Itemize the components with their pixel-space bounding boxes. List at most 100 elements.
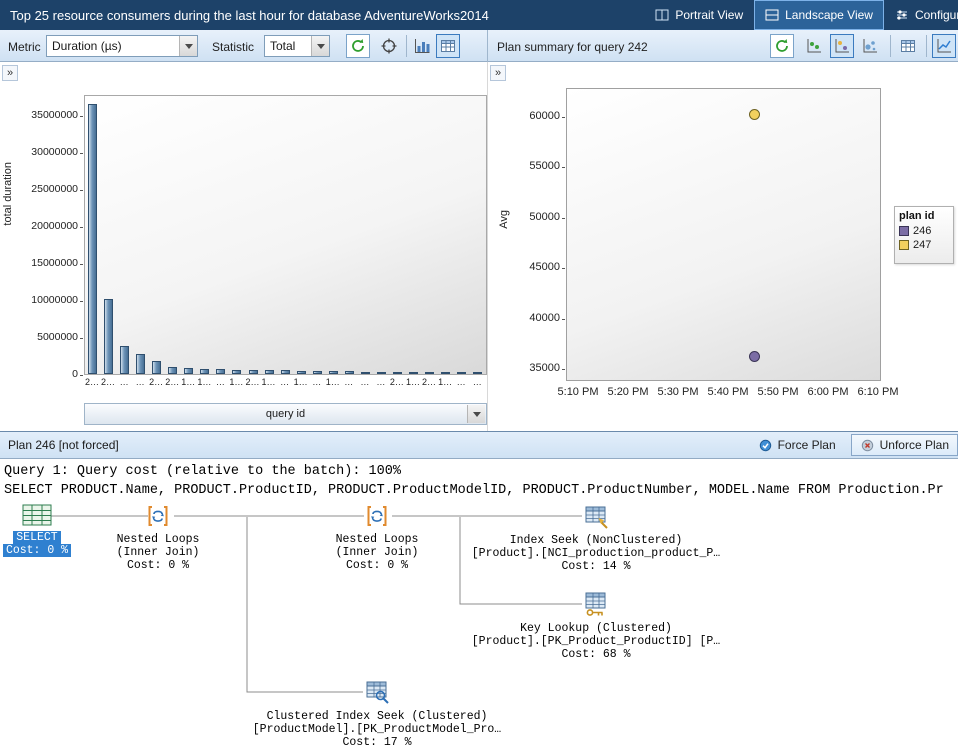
- plan-node-clustered-index-seek[interactable]: Clustered Index Seek (Clustered) [Produc…: [247, 679, 507, 749]
- query-bar[interactable]: [473, 372, 483, 374]
- statistic-dropdown[interactable]: Total: [264, 35, 330, 57]
- y-axis-tick: [80, 301, 83, 302]
- y-axis-tick-label: 35000000: [31, 109, 78, 121]
- node-object: [Product].[NCI_production_product_P…: [471, 547, 721, 560]
- query-bar[interactable]: [376, 371, 386, 374]
- query-bar[interactable]: [328, 371, 338, 374]
- query-bar[interactable]: [312, 370, 322, 374]
- query-bar[interactable]: [152, 361, 162, 374]
- plan-node-select[interactable]: SELECT Cost: 0 %: [2, 504, 72, 557]
- legend-entry: 247: [899, 239, 949, 251]
- scatter-view-button[interactable]: [802, 34, 826, 58]
- x-axis-tick-label: 5:40 PM: [707, 386, 749, 398]
- query-bar[interactable]: [360, 371, 370, 374]
- plan-summary-refresh-button[interactable]: [770, 34, 794, 58]
- x-axis-tick-label: 5:50 PM: [757, 386, 799, 398]
- x-axis-tick-label: …: [360, 377, 370, 387]
- plan-node-nested-loops-2[interactable]: Nested Loops (Inner Join) Cost: 0 %: [317, 504, 437, 572]
- landscape-view-label: Landscape View: [785, 8, 873, 22]
- force-plan-button[interactable]: Force Plan: [749, 434, 845, 456]
- query-bar[interactable]: [280, 370, 290, 374]
- query-bar[interactable]: [200, 368, 210, 374]
- plan-node-key-lookup[interactable]: Key Lookup (Clustered) [Product].[PK_Pro…: [466, 591, 726, 661]
- plan-id-legend: plan id 246 247: [894, 206, 954, 264]
- query-text-pane: Query 1: Query cost (relative to the bat…: [0, 459, 958, 503]
- bubble-view-button[interactable]: [858, 34, 882, 58]
- query-id-label: query id: [265, 408, 306, 420]
- y-axis-tick-label: 15000000: [31, 257, 78, 269]
- expand-settings-chevron[interactable]: »: [490, 65, 506, 81]
- plan-summary-scatter-chart[interactable]: [566, 88, 881, 381]
- bubble-chart-icon: [863, 39, 877, 53]
- x-axis-tick-label: …: [456, 377, 466, 387]
- chart-view-button[interactable]: [410, 34, 434, 58]
- query-bar[interactable]: [296, 370, 306, 374]
- query-bar[interactable]: [216, 369, 226, 374]
- x-axis-tick-label: 1…: [293, 377, 308, 387]
- unforce-plan-label: Unforce Plan: [879, 438, 949, 452]
- query-bar[interactable]: [425, 372, 435, 374]
- grid-view-icon: [901, 40, 915, 52]
- y-axis-tick-label: 45000: [529, 261, 560, 274]
- query-bar[interactable]: [104, 299, 114, 374]
- refresh-icon: [776, 39, 788, 52]
- query-bar[interactable]: [136, 354, 146, 374]
- portrait-view-button[interactable]: Portrait View: [644, 0, 754, 30]
- refresh-icon: [352, 39, 364, 52]
- query-bar[interactable]: [344, 371, 354, 374]
- node-label: Key Lookup (Clustered): [520, 622, 672, 635]
- query-id-dropdown[interactable]: query id: [84, 403, 487, 425]
- plan-grid-view-button[interactable]: [896, 34, 920, 58]
- y-axis-tick: [80, 264, 83, 265]
- y-axis-tick: [80, 227, 83, 228]
- title-bar: Top 25 resource consumers during the las…: [0, 0, 958, 30]
- query-bar[interactable]: [168, 367, 178, 374]
- legend-label: 247: [913, 239, 932, 251]
- query-sql-line: SELECT PRODUCT.Name, PRODUCT.ProductID, …: [4, 483, 944, 498]
- unforce-plan-button[interactable]: Unforce Plan: [850, 434, 958, 456]
- landscape-view-button[interactable]: Landscape View: [754, 0, 884, 30]
- query-bar[interactable]: [392, 371, 402, 374]
- y-axis-tick-label: 0: [72, 368, 78, 380]
- unforce-plan-icon: [861, 439, 873, 451]
- plan-247-point[interactable]: [748, 109, 760, 121]
- node-label: Clustered Index Seek (Clustered): [266, 710, 488, 723]
- legend-swatch: [899, 240, 909, 250]
- x-axis-tick-label: 1…: [197, 377, 212, 387]
- duration-bar-chart[interactable]: [84, 95, 487, 375]
- plan-node-nested-loops-1[interactable]: Nested Loops (Inner Join) Cost: 0 %: [98, 504, 218, 572]
- y-axis-tick: [562, 117, 565, 118]
- track-query-button[interactable]: [377, 34, 401, 58]
- x-axis-tick-label: 2…: [84, 377, 99, 387]
- query-bar[interactable]: [184, 368, 194, 374]
- execution-plan-canvas: SELECT Cost: 0 % Nested Loops (Inner Joi…: [0, 503, 958, 756]
- plan-line-view-button[interactable]: [932, 34, 956, 58]
- toolbar-separator: [926, 35, 927, 57]
- chart-view-icon: [415, 39, 430, 53]
- query-bar[interactable]: [457, 372, 467, 374]
- node-object: [Product].[PK_Product_ProductID] [P…: [471, 635, 721, 648]
- query-bar[interactable]: [232, 369, 242, 374]
- plan-246-point[interactable]: [748, 351, 760, 363]
- query-bar[interactable]: [88, 103, 97, 374]
- plan-node-index-seek[interactable]: Index Seek (NonClustered) [Product].[NCI…: [466, 503, 726, 573]
- y-axis-tick: [80, 153, 83, 154]
- refresh-button[interactable]: [346, 34, 370, 58]
- toolbar: Metric Duration (µs) Statistic Total Pla…: [0, 30, 958, 62]
- x-axis-tick-label: 6:10 PM: [857, 386, 899, 398]
- y-axis-tick: [562, 369, 565, 370]
- legend-title: plan id: [899, 210, 935, 222]
- expand-settings-chevron[interactable]: »: [2, 65, 18, 81]
- scatter-chart-selected-icon: [835, 39, 849, 53]
- query-bar[interactable]: [409, 371, 418, 374]
- metric-dropdown[interactable]: Duration (µs): [46, 35, 198, 57]
- query-bar[interactable]: [248, 369, 258, 374]
- query-bar[interactable]: [264, 370, 274, 374]
- scatter-view-selected-button[interactable]: [830, 34, 854, 58]
- query-bar[interactable]: [441, 372, 451, 374]
- query-bar[interactable]: [120, 345, 130, 374]
- configure-button[interactable]: Configure: [884, 0, 958, 30]
- legend-swatch: [899, 226, 909, 236]
- grid-view-button[interactable]: [436, 34, 460, 58]
- y-axis-tick-label: 35000: [529, 362, 560, 374]
